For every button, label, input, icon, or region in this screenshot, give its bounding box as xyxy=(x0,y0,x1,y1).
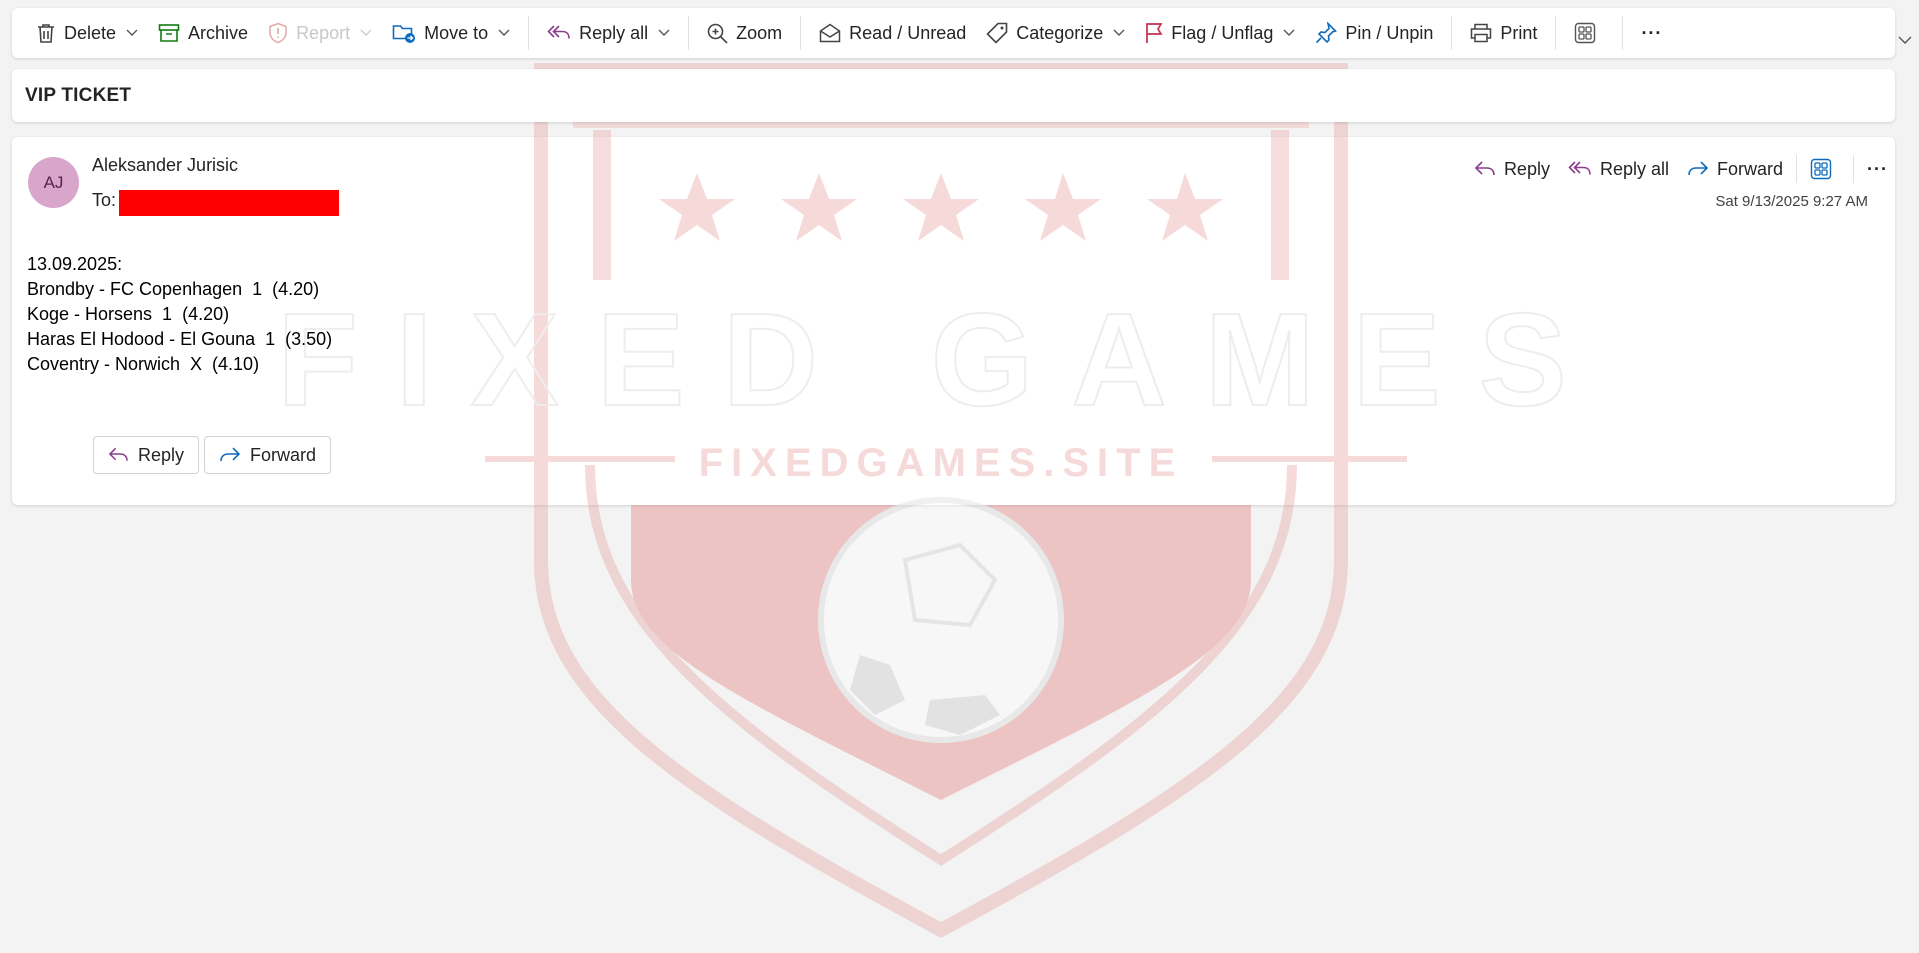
subject-line: VIP TICKET xyxy=(12,69,1895,122)
reply-all-icon xyxy=(1568,161,1591,175)
more-icon: ··· xyxy=(1867,158,1888,179)
bottom-reply-label: Reply xyxy=(137,444,184,465)
body-line: Coventry - Norwich X (4.10) xyxy=(27,354,260,374)
archive-button[interactable]: Archive xyxy=(148,13,258,53)
chevron-down-icon[interactable] xyxy=(658,29,670,37)
categorize-label: Categorize xyxy=(1016,22,1104,43)
bottom-forward-button[interactable]: Forward xyxy=(204,436,331,474)
reply-label: Reply xyxy=(1503,158,1550,179)
flag-icon xyxy=(1146,23,1163,43)
print-label: Print xyxy=(1500,22,1538,43)
sender-name[interactable]: Aleksander Jurisic xyxy=(92,155,238,176)
delete-label: Delete xyxy=(64,22,117,43)
reply-icon xyxy=(108,447,128,461)
print-button[interactable]: Print xyxy=(1460,13,1547,53)
printer-icon xyxy=(1471,23,1492,43)
apps-icon xyxy=(1810,158,1832,180)
toolbar-divider xyxy=(1622,16,1624,50)
tag-icon xyxy=(986,22,1008,44)
body-line: Brondby - FC Copenhagen 1 (4.20) xyxy=(27,279,320,299)
bottom-reply-button[interactable]: Reply xyxy=(93,436,199,474)
envelope-icon xyxy=(819,23,841,43)
report-label: Report xyxy=(296,22,351,43)
chevron-down-icon[interactable] xyxy=(1113,29,1125,37)
body-line: Haras El Hodood - El Gouna 1 (3.50) xyxy=(27,329,333,349)
report-icon xyxy=(269,22,287,44)
categorize-button[interactable]: Categorize xyxy=(976,13,1135,53)
reply-button[interactable]: Reply xyxy=(1465,152,1559,186)
chevron-down-icon[interactable] xyxy=(360,29,372,37)
reply-all-label: Reply all xyxy=(579,22,649,43)
chevron-down-icon[interactable] xyxy=(1283,29,1295,37)
reply-all-button[interactable]: Reply all xyxy=(537,13,680,53)
flag-unflag-button[interactable]: Flag / Unflag xyxy=(1135,13,1305,53)
toolbar-divider xyxy=(688,16,690,50)
pin-unpin-button[interactable]: Pin / Unpin xyxy=(1305,13,1443,53)
actions-divider xyxy=(1796,155,1798,183)
apps-button[interactable] xyxy=(1564,13,1614,53)
zoom-icon xyxy=(707,23,728,44)
message-actions: Reply Reply all Forward ··· xyxy=(1465,152,1897,186)
pin-unpin-label: Pin / Unpin xyxy=(1345,22,1434,43)
archive-label: Archive xyxy=(188,22,249,43)
forward-icon xyxy=(220,447,241,462)
avatar[interactable]: AJ xyxy=(28,157,79,208)
forward-button[interactable]: Forward xyxy=(1678,152,1792,186)
trash-icon xyxy=(38,24,54,43)
actions-divider xyxy=(1853,155,1855,183)
zoom-button[interactable]: Zoom xyxy=(697,13,792,53)
to-label: To: xyxy=(92,190,117,210)
archive-icon xyxy=(158,24,180,42)
redacted-recipient xyxy=(119,190,339,216)
move-folder-icon xyxy=(392,25,416,43)
toolbar-divider xyxy=(800,16,802,50)
delete-button[interactable]: Delete xyxy=(26,13,148,53)
ribbon-collapse-icon[interactable] xyxy=(1898,36,1912,45)
more-icon: ··· xyxy=(1641,22,1663,43)
read-unread-label: Read / Unread xyxy=(849,22,967,43)
toolbar-divider xyxy=(1555,16,1557,50)
body-line: Koge - Horsens 1 (4.20) xyxy=(27,304,230,324)
toolbar-divider xyxy=(528,16,530,50)
chevron-down-icon[interactable] xyxy=(126,29,138,37)
pin-icon xyxy=(1316,22,1338,44)
more-actions-button[interactable]: ··· xyxy=(1631,13,1672,53)
message-date: Sat 9/13/2025 9:27 AM xyxy=(1715,193,1868,210)
forward-label: Forward xyxy=(1717,158,1784,179)
report-button[interactable]: Report xyxy=(258,13,382,53)
bottom-forward-label: Forward xyxy=(249,444,316,465)
zoom-label: Zoom xyxy=(736,22,783,43)
reply-icon xyxy=(1474,161,1495,176)
apps-header-button[interactable] xyxy=(1801,152,1849,186)
apps-icon xyxy=(1575,22,1596,44)
command-toolbar: Delete Archive Report Move to Reply all … xyxy=(12,8,1895,58)
move-to-label: Move to xyxy=(424,22,489,43)
chevron-down-icon[interactable] xyxy=(498,29,510,37)
toolbar-divider xyxy=(1451,16,1453,50)
forward-icon xyxy=(1688,161,1709,176)
reply-all-label: Reply all xyxy=(1599,158,1669,179)
body-line: 13.09.2025: xyxy=(27,254,123,274)
move-to-button[interactable]: Move to xyxy=(382,13,520,53)
read-unread-button[interactable]: Read / Unread xyxy=(809,13,976,53)
message-body: 13.09.2025: Brondby - FC Copenhagen 1 (4… xyxy=(27,252,332,377)
reply-all-icon xyxy=(547,25,570,39)
more-message-actions-button[interactable]: ··· xyxy=(1858,152,1897,186)
reply-all-header-button[interactable]: Reply all xyxy=(1559,152,1678,186)
flag-unflag-label: Flag / Unflag xyxy=(1171,22,1274,43)
